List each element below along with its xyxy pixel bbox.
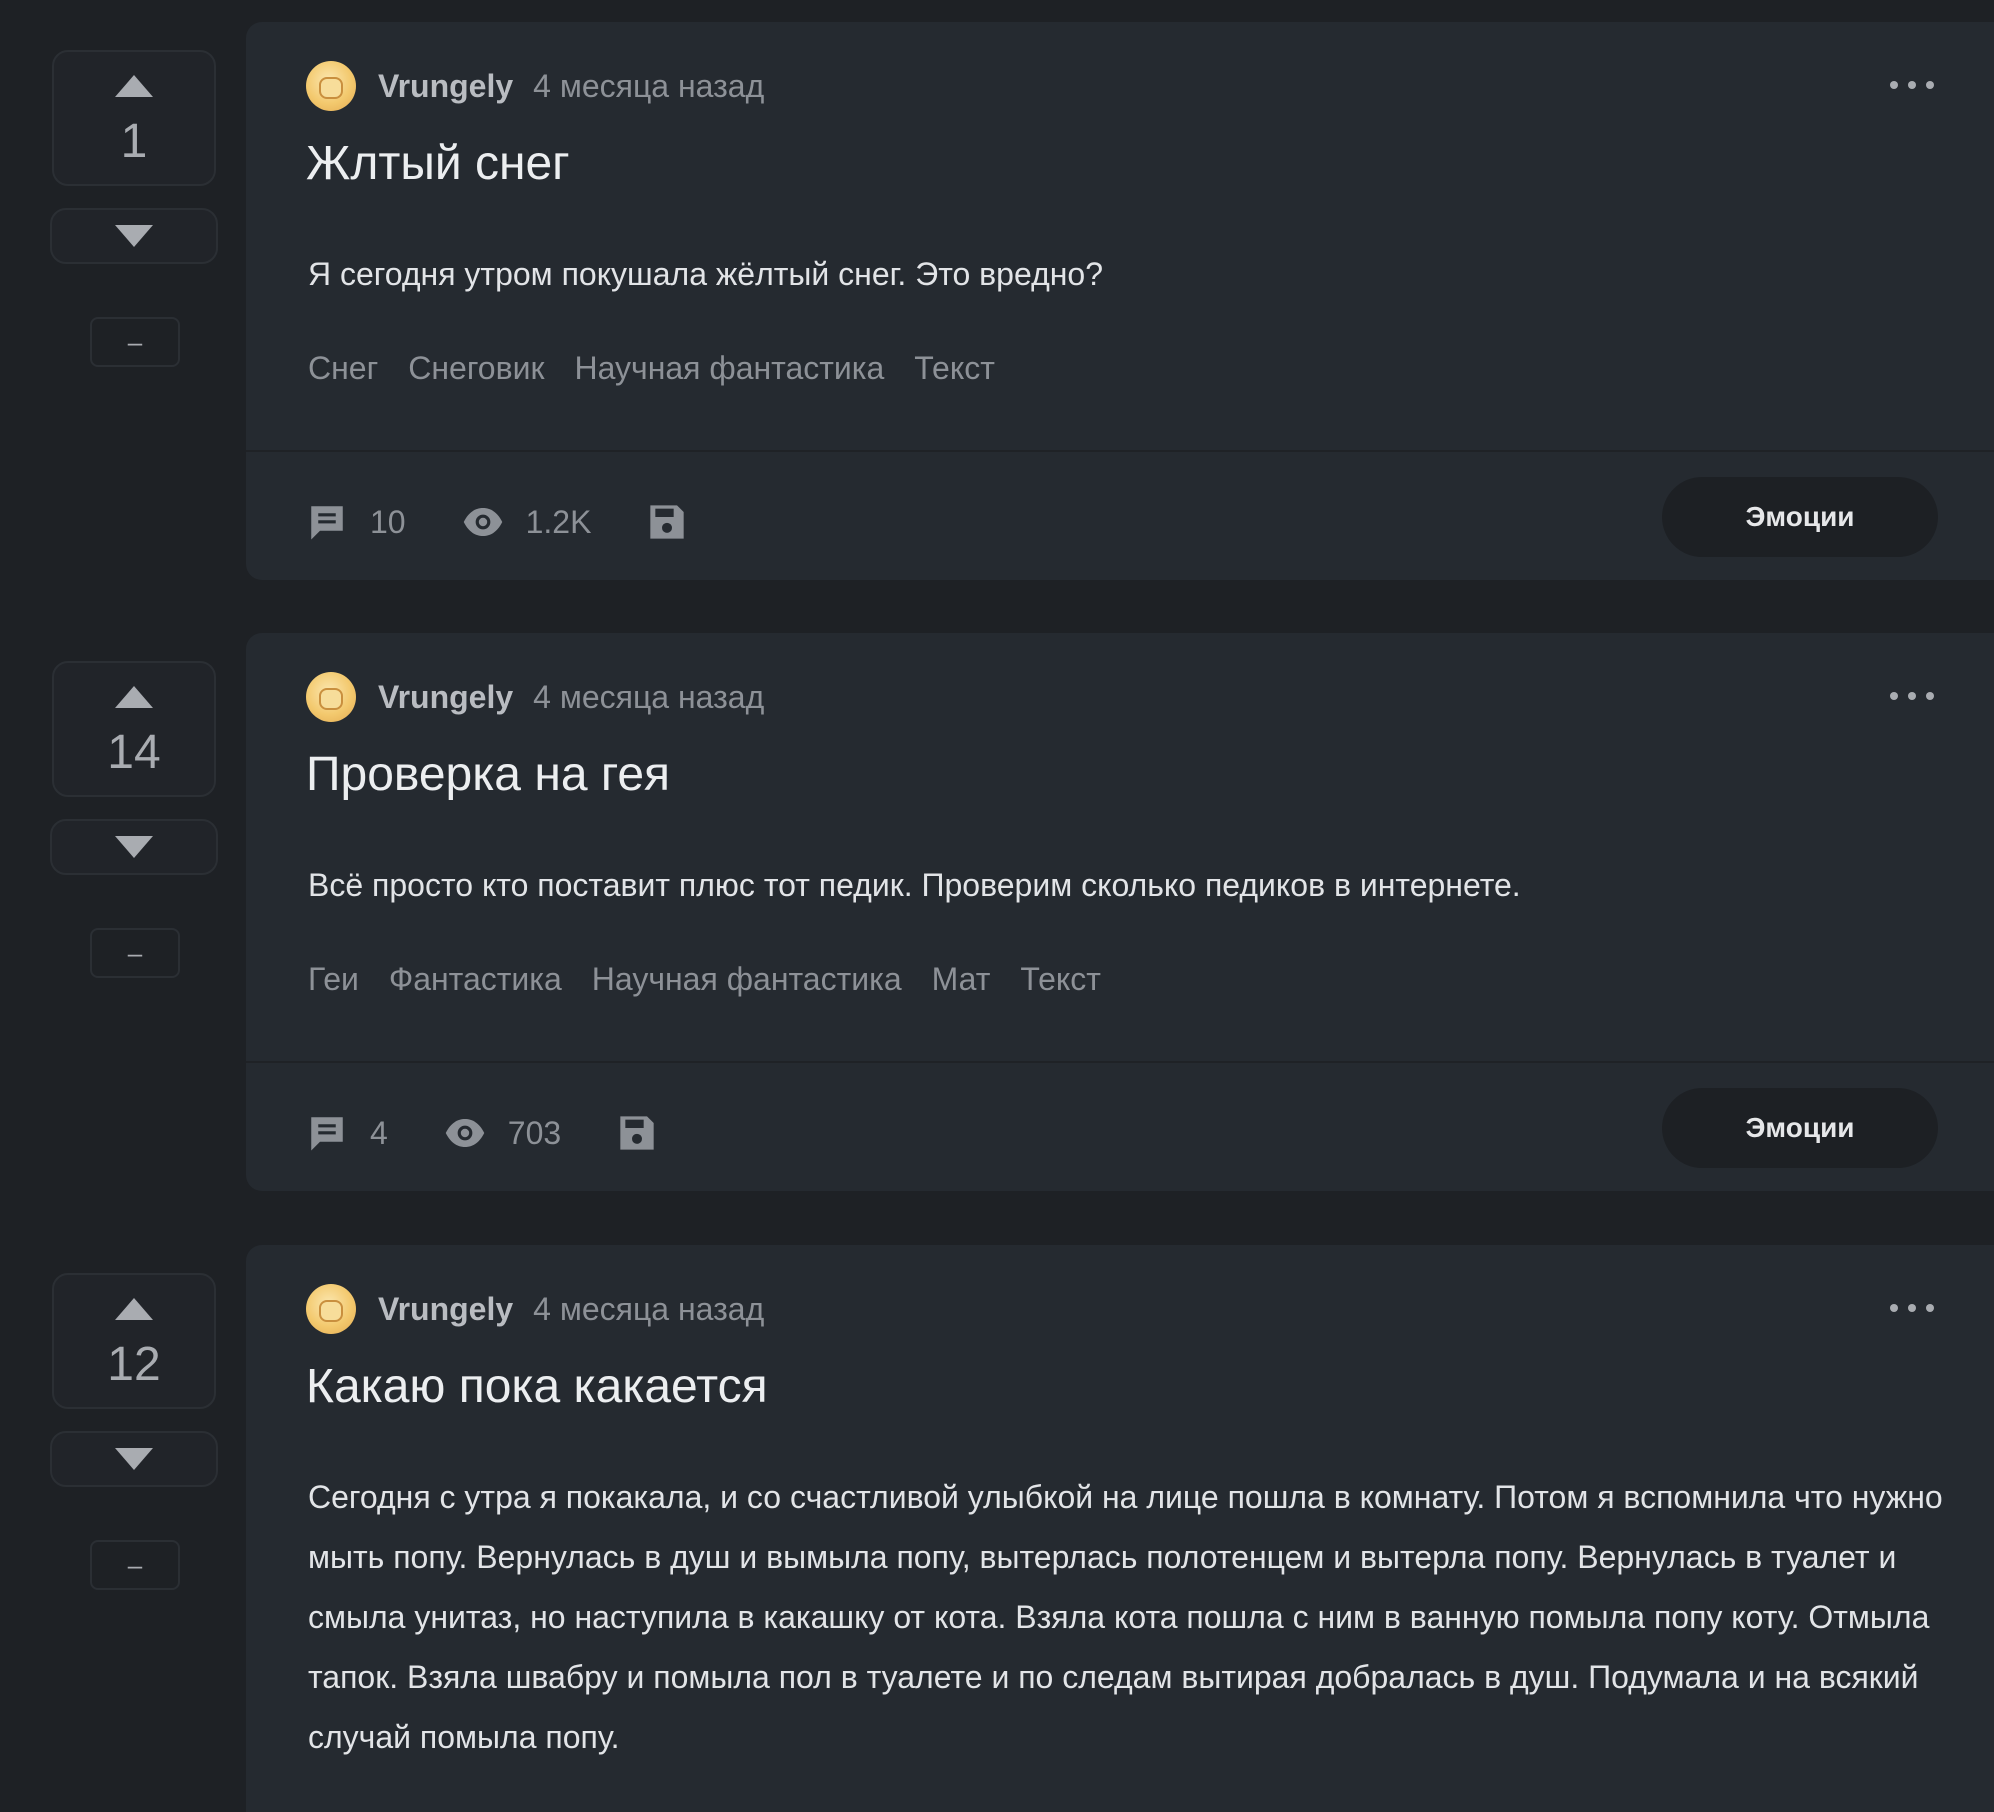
triangle-down-icon (115, 836, 153, 858)
comment-icon (311, 1117, 343, 1151)
avatar[interactable] (306, 672, 356, 722)
tag-list: Снег Снеговик Научная фантастика Текст (308, 350, 1025, 387)
post-title[interactable]: Какаю пока какается (306, 1357, 768, 1417)
triangle-up-icon (115, 1298, 153, 1320)
post-title[interactable]: Проверка на гея (306, 745, 670, 805)
post-header: Vrungely 4 месяца назад (306, 671, 764, 723)
hide-post-button[interactable]: – (90, 317, 180, 367)
rating-box: 14 (52, 661, 216, 797)
rating-box: 1 (52, 50, 216, 186)
save-button[interactable] (617, 1113, 657, 1153)
tag[interactable]: Научная фантастика (592, 961, 902, 998)
divider (246, 1061, 1994, 1063)
rating-count: 12 (107, 1338, 161, 1391)
upvote-button[interactable] (54, 1289, 214, 1329)
post-body: Сегодня с утра я покакала, и со счастлив… (308, 1479, 1943, 1755)
post-card: Vrungely 4 месяца назад Какаю пока какае… (246, 1245, 1994, 1812)
tag[interactable]: Текст (1020, 961, 1101, 998)
avatar[interactable] (306, 1284, 356, 1334)
views-count: 1.2K (525, 503, 592, 540)
emotions-button[interactable]: Эмоции (1662, 477, 1938, 557)
views-stat: 1.2K (462, 501, 592, 543)
post-card: Vrungely 4 месяца назад Проверка на гея … (246, 633, 1994, 1191)
post-footer: 10 1.2K (306, 490, 687, 554)
tag[interactable]: Научная фантастика (574, 350, 884, 387)
eye-icon (445, 1119, 485, 1147)
post-header: Vrungely 4 месяца назад (306, 60, 764, 112)
upvote-button[interactable] (54, 677, 214, 717)
downvote-button[interactable] (50, 208, 218, 264)
downvote-button[interactable] (50, 1431, 218, 1487)
rating-box: 12 (52, 1273, 216, 1409)
rating-count: 1 (120, 115, 148, 168)
downvote-button[interactable] (50, 819, 218, 875)
comments-count: 10 (370, 503, 406, 540)
comments-count: 4 (370, 1114, 388, 1151)
upvote-button[interactable] (54, 66, 214, 106)
post-footer: 4 703 (306, 1101, 657, 1165)
eye-icon (463, 508, 502, 536)
post-header: Vrungely 4 месяца назад (306, 1283, 764, 1335)
tag[interactable]: Фантастика (389, 961, 562, 998)
triangle-down-icon (115, 225, 153, 247)
post-time: 4 месяца назад (533, 678, 765, 715)
comments-button[interactable]: 10 (306, 501, 406, 543)
views-stat: 703 (444, 1112, 561, 1154)
triangle-down-icon (115, 1448, 153, 1470)
comments-button[interactable]: 4 (306, 1112, 388, 1154)
emotions-button[interactable]: Эмоции (1662, 1088, 1938, 1168)
comment-icon (311, 506, 343, 540)
divider (246, 450, 1994, 452)
post-body: Я сегодня утром покушала жёлтый снег. Эт… (308, 256, 1103, 292)
triangle-up-icon (115, 75, 153, 97)
save-button[interactable] (647, 502, 687, 542)
author-name[interactable]: Vrungely (378, 1291, 513, 1328)
avatar[interactable] (306, 61, 356, 111)
post-card: Vrungely 4 месяца назад Жлтый снег Я сег… (246, 22, 1994, 580)
more-dots-icon[interactable] (1890, 70, 1934, 100)
triangle-up-icon (115, 686, 153, 708)
more-dots-icon[interactable] (1890, 1293, 1934, 1323)
views-count: 703 (507, 1114, 562, 1151)
tag[interactable]: Текст (914, 350, 995, 387)
tag[interactable]: Мат (932, 961, 991, 998)
post-body: Всё просто кто поставит плюс тот педик. … (308, 867, 1521, 903)
hide-post-button[interactable]: – (90, 928, 180, 978)
hide-post-button[interactable]: – (90, 1540, 180, 1590)
tag-list: Геи Фантастика Научная фантастика Мат Те… (308, 961, 1131, 998)
rating-count: 14 (107, 726, 161, 779)
author-name[interactable]: Vrungely (378, 679, 513, 716)
floppy-disk-icon (620, 1116, 654, 1150)
floppy-disk-icon (650, 505, 685, 539)
post-title[interactable]: Жлтый снег (306, 134, 570, 194)
post-time: 4 месяца назад (533, 67, 765, 104)
post-time: 4 месяца назад (533, 1290, 765, 1327)
tag[interactable]: Снег (308, 350, 378, 387)
more-dots-icon[interactable] (1890, 681, 1934, 711)
author-name[interactable]: Vrungely (378, 68, 513, 105)
tag[interactable]: Геи (308, 961, 359, 998)
post-feed: 1 – Vrungely 4 месяца назад Жлтый снег Я… (0, 0, 1994, 1812)
tag[interactable]: Снеговик (408, 350, 544, 387)
